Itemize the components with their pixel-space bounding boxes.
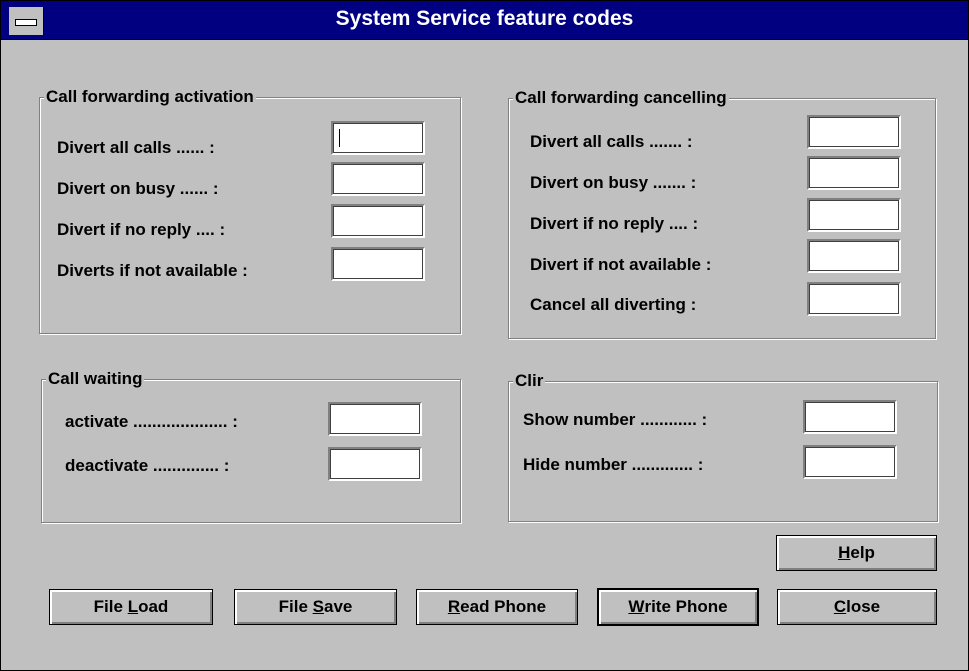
cancel-divert-on-busy-label: Divert on busy ....... : xyxy=(530,173,697,192)
call-waiting-legend: Call waiting xyxy=(46,369,145,389)
activation-divert-not-available-input[interactable] xyxy=(331,247,425,281)
activation-divert-all-calls-input[interactable] xyxy=(331,121,425,155)
write-phone-button[interactable]: Write Phone xyxy=(597,588,759,626)
file-save-hotkey: S xyxy=(312,597,324,616)
clir-legend: Clir xyxy=(513,371,546,391)
cancel-divert-on-busy-input[interactable] xyxy=(807,156,901,190)
activation-divert-no-reply-label: Divert if no reply .... : xyxy=(57,220,226,239)
clir-show-number-label: Show number ............ : xyxy=(523,410,708,429)
read-phone-button[interactable]: Read Phone xyxy=(416,589,578,625)
activation-divert-all-calls-label: Divert all calls ...... : xyxy=(57,138,215,157)
clir-hide-number-label: Hide number ............. : xyxy=(523,455,704,474)
cancel-divert-no-reply-label: Divert if no reply .... : xyxy=(530,214,699,233)
cancel-divert-not-available-label: Divert if not available : xyxy=(530,255,712,274)
write-phone-label-post: rite Phone xyxy=(644,597,728,616)
activation-divert-on-busy-label: Divert on busy ...... : xyxy=(57,179,219,198)
cancel-all-diverting-label: Cancel all diverting : xyxy=(530,295,697,314)
activation-divert-on-busy-input[interactable] xyxy=(331,162,425,196)
file-load-hotkey: L xyxy=(127,597,139,616)
help-button[interactable]: Help xyxy=(776,535,937,571)
read-phone-label-post: ead Phone xyxy=(460,597,547,616)
clir-hide-number-input[interactable] xyxy=(803,445,897,479)
text-cursor xyxy=(339,129,340,147)
close-hotkey: C xyxy=(833,597,847,616)
title-bar: System Service feature codes xyxy=(1,1,968,40)
dialog-window: System Service feature codes Call forwar… xyxy=(0,0,969,671)
close-label-post: lose xyxy=(846,597,881,616)
cancel-all-diverting-input[interactable] xyxy=(807,282,901,316)
help-label-post: elp xyxy=(850,543,875,562)
window-title: System Service feature codes xyxy=(335,7,634,30)
call-forwarding-activation-legend: Call forwarding activation xyxy=(44,87,256,107)
clir-show-number-input[interactable] xyxy=(803,400,897,434)
close-button[interactable]: Close xyxy=(777,589,937,625)
cancel-divert-all-calls-label: Divert all calls ....... : xyxy=(530,132,693,151)
activation-divert-not-available-label: Diverts if not available : xyxy=(57,261,248,280)
call-waiting-deactivate-input[interactable] xyxy=(328,447,422,481)
write-phone-hotkey: W xyxy=(628,597,645,616)
call-forwarding-cancelling-legend: Call forwarding cancelling xyxy=(513,88,729,108)
read-phone-hotkey: R xyxy=(447,597,461,616)
cancel-divert-no-reply-input[interactable] xyxy=(807,198,901,232)
cancel-divert-not-available-input[interactable] xyxy=(807,239,901,273)
call-waiting-activate-input[interactable] xyxy=(328,402,422,436)
call-waiting-deactivate-label: deactivate .............. : xyxy=(65,456,230,475)
file-save-label-post: ave xyxy=(323,597,353,616)
cancel-divert-all-calls-input[interactable] xyxy=(807,115,901,149)
call-waiting-activate-label: activate .................... : xyxy=(65,412,238,431)
file-save-button[interactable]: File Save xyxy=(234,589,397,625)
file-save-label-pre: File xyxy=(278,597,313,616)
help-hotkey: H xyxy=(838,543,851,562)
file-load-label-post: oad xyxy=(138,597,169,616)
file-load-button[interactable]: File Load xyxy=(49,589,213,625)
file-load-label-pre: File xyxy=(93,597,128,616)
activation-divert-no-reply-input[interactable] xyxy=(331,204,425,238)
